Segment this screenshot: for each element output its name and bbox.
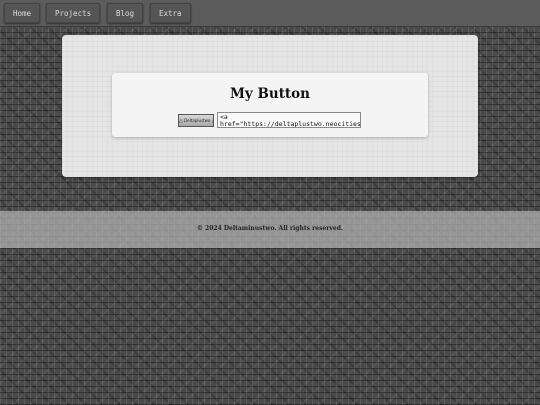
embed-code-box[interactable]: <a href="https://deltaplustwo.neocities.… [217, 112, 361, 128]
triangle-icon: △ [179, 118, 183, 124]
nav-projects-button[interactable]: Projects [46, 3, 101, 23]
button-badge[interactable]: △ Deltaplustwo △ [178, 114, 214, 127]
footer-copyright: © 2024 Deltaminustwo. All rights reserve… [196, 225, 344, 232]
page-title: My Button [229, 86, 310, 102]
main-panel: My Button △ Deltaplustwo △ <a href="http… [62, 35, 478, 177]
nav-extra-button[interactable]: Extra [150, 3, 191, 23]
triangle-icon: △ [212, 118, 213, 124]
nav-home-button[interactable]: Home [4, 3, 41, 23]
nav-blog-button[interactable]: Blog [107, 3, 144, 23]
badge-label: Deltaplustwo [184, 118, 211, 123]
top-navbar: Home Projects Blog Extra [0, 0, 540, 27]
footer: © 2024 Deltaminustwo. All rights reserve… [0, 211, 540, 248]
button-card: My Button △ Deltaplustwo △ <a href="http… [112, 73, 428, 137]
